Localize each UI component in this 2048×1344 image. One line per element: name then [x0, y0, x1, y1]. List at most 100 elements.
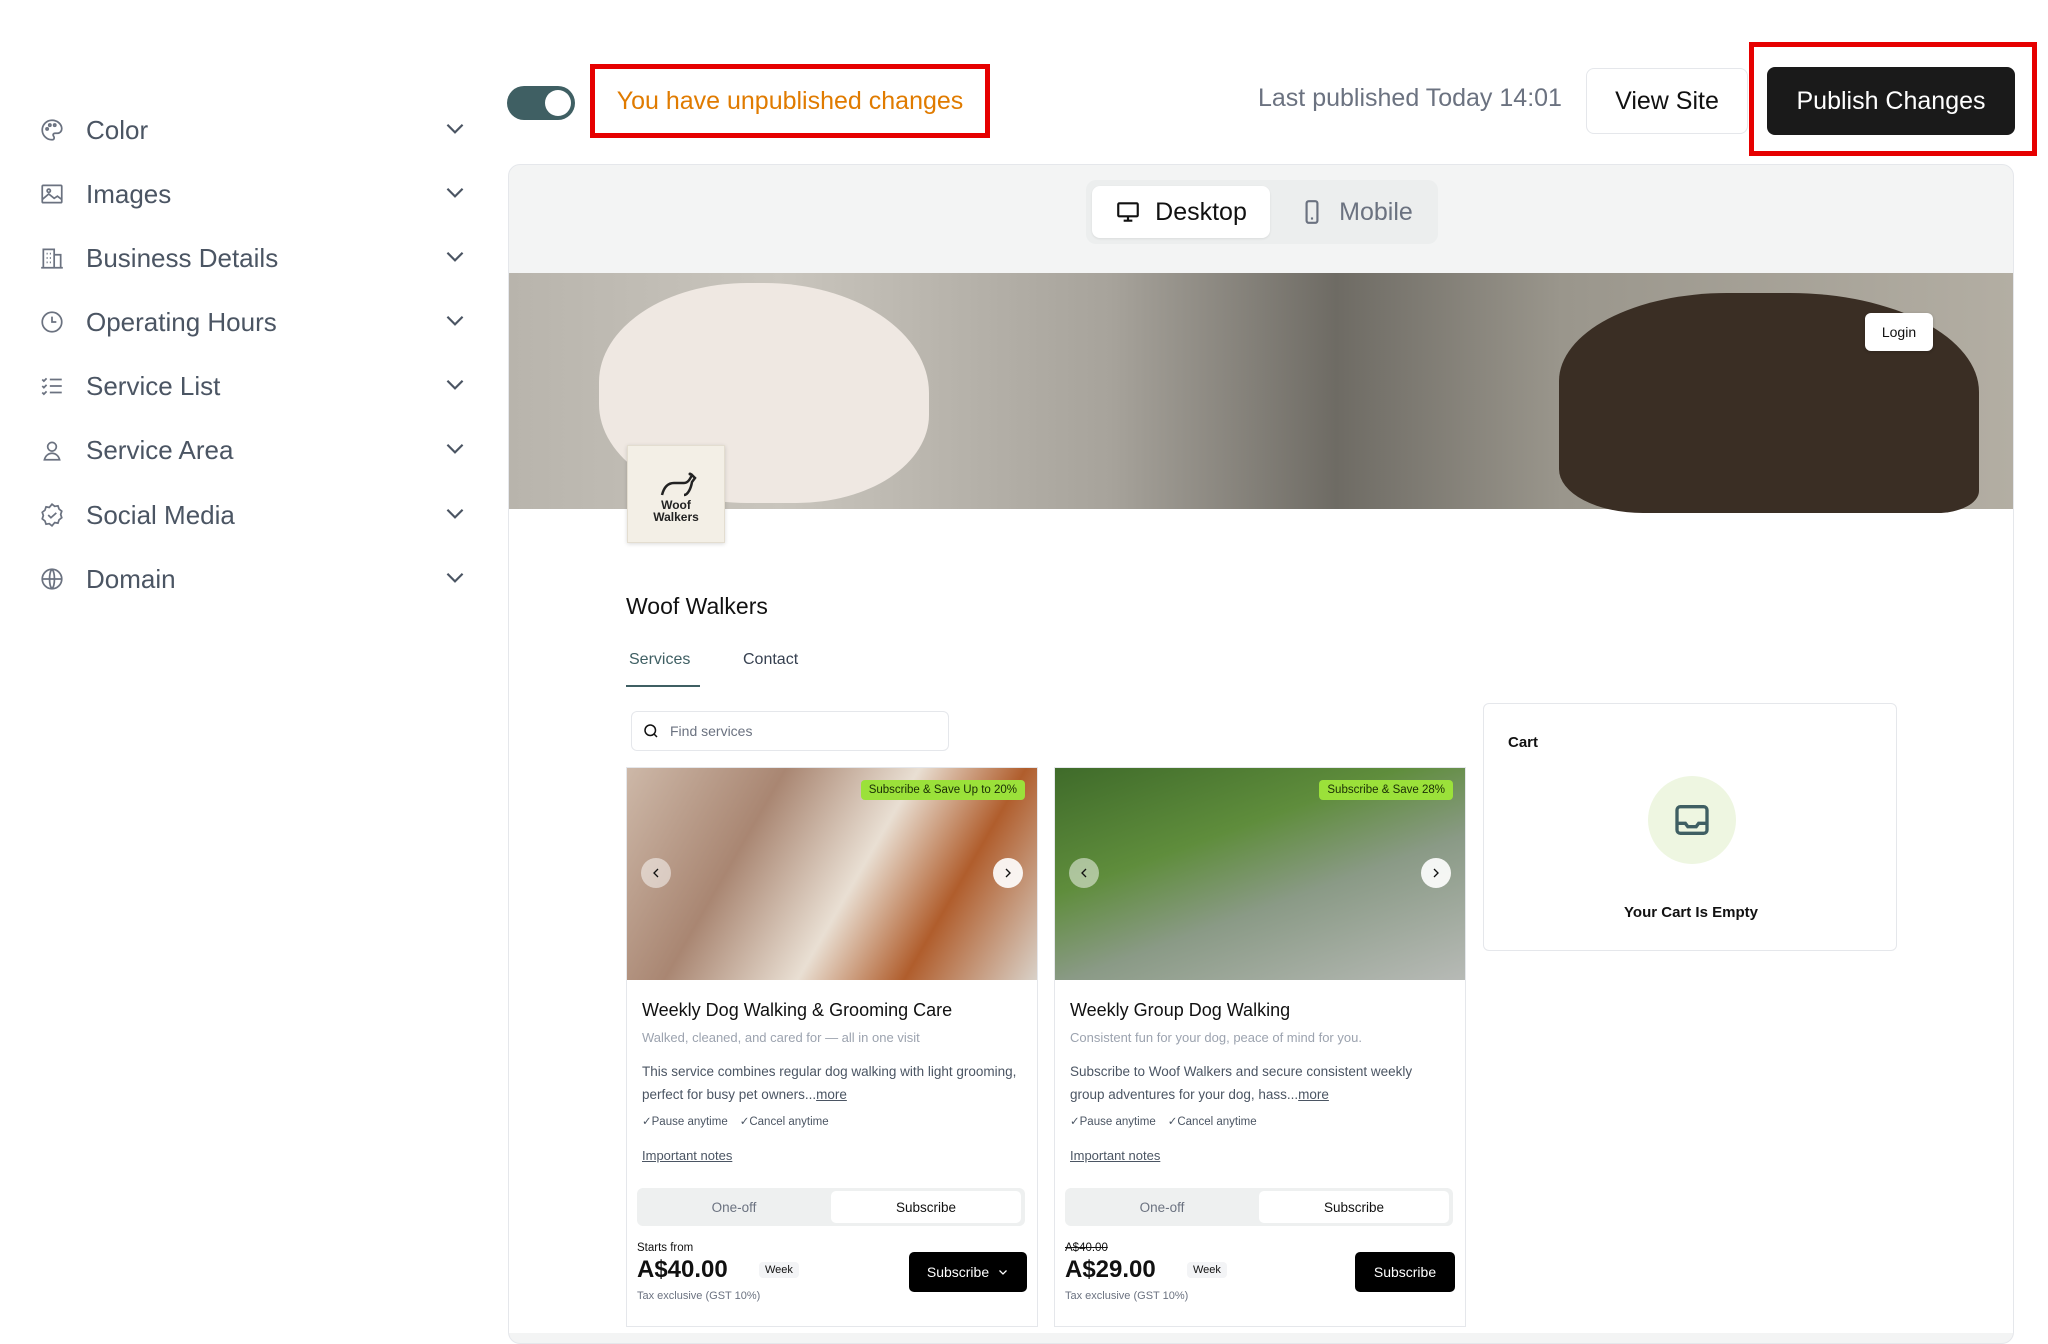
cart-title: Cart — [1508, 734, 1539, 751]
search-placeholder: Find services — [670, 723, 753, 739]
chevron-down-icon — [442, 500, 468, 531]
unpublished-changes-notice: You have unpublished changes — [590, 64, 990, 138]
subscribe-dropdown-button[interactable]: Subscribe — [909, 1252, 1027, 1292]
subscribe-button[interactable]: Subscribe — [1355, 1252, 1455, 1292]
more-link[interactable]: more — [816, 1087, 847, 1102]
business-name: Woof Walkers — [626, 593, 768, 619]
business-logo: Woof Walkers — [627, 445, 725, 543]
service-card[interactable]: Subscribe & Save Up to 20% Weekly Dog Wa… — [626, 767, 1038, 1327]
site-preview: Login Woof Walkers Woof Walkers Services… — [509, 273, 2013, 1333]
chevron-down-icon — [442, 115, 468, 146]
service-features: Pause anytime Cancel anytime — [1070, 1114, 1257, 1128]
sidebar-item-label: Service List — [86, 370, 221, 401]
badge-check-icon — [38, 501, 66, 529]
publish-changes-button[interactable]: Publish Changes — [1767, 67, 2015, 135]
login-button[interactable]: Login — [1865, 313, 1933, 351]
last-published-text: Last published Today 14:01 — [1258, 84, 1562, 112]
inbox-icon — [1648, 776, 1736, 864]
chevron-right-icon — [1433, 868, 1439, 878]
chevron-down-icon — [999, 1270, 1008, 1275]
tab-services[interactable]: Services — [629, 651, 690, 669]
sidebar-item-label: Color — [86, 114, 149, 145]
sidebar-item-service-area[interactable]: Service Area — [38, 420, 468, 480]
sidebar-item-label: Service Area — [86, 434, 234, 465]
image-icon — [38, 180, 66, 208]
mobile-label: Mobile — [1339, 197, 1413, 226]
sidebar-item-social-media[interactable]: Social Media — [38, 485, 468, 545]
mobile-view-button[interactable]: Mobile — [1286, 186, 1426, 238]
sidebar-item-color[interactable]: Color — [38, 100, 468, 160]
price-period: Week — [759, 1262, 799, 1278]
feature-pause: Pause anytime — [642, 1114, 728, 1128]
carousel-next-button[interactable] — [1421, 858, 1451, 888]
service-title: Weekly Group Dog Walking — [1070, 1000, 1291, 1020]
sidebar-item-domain[interactable]: Domain — [38, 549, 468, 609]
monitor-icon — [1117, 202, 1139, 222]
publish-preview-toggle[interactable] — [507, 86, 575, 120]
hero-banner-image: Login — [509, 273, 2013, 513]
carousel-prev-button[interactable] — [641, 858, 671, 888]
feature-cancel: Cancel anytime — [1168, 1114, 1256, 1128]
chevron-down-icon — [442, 307, 468, 338]
map-pin-icon — [38, 436, 66, 464]
search-input[interactable]: Find services — [631, 711, 949, 751]
sidebar-item-service-list[interactable]: Service List — [38, 356, 468, 416]
chevron-down-icon — [442, 435, 468, 466]
subscribe-option[interactable]: Subscribe — [1259, 1191, 1449, 1223]
globe-icon — [38, 565, 66, 593]
sidebar-item-images[interactable]: Images — [38, 164, 468, 224]
list-check-icon — [38, 372, 66, 400]
service-card[interactable]: Subscribe & Save 28% Weekly Group Dog Wa… — [1054, 767, 1466, 1327]
view-site-button[interactable]: View Site — [1586, 68, 1748, 134]
service-price: A$29.00 — [1065, 1256, 1156, 1283]
tax-note: Tax exclusive (GST 10%) — [637, 1290, 761, 1302]
feature-cancel: Cancel anytime — [740, 1114, 828, 1128]
tab-contact[interactable]: Contact — [743, 651, 798, 669]
tax-note: Tax exclusive (GST 10%) — [1065, 1290, 1189, 1302]
one-off-option[interactable]: One-off — [637, 1188, 831, 1226]
service-image: Subscribe & Save 28% — [1055, 768, 1465, 980]
dog-logo-icon — [660, 472, 697, 497]
desktop-label: Desktop — [1155, 197, 1247, 226]
original-price: A$40.00 — [1065, 1242, 1108, 1254]
sidebar-item-operating-hours[interactable]: Operating Hours — [38, 292, 468, 352]
one-off-option[interactable]: One-off — [1065, 1188, 1259, 1226]
service-subtitle: Walked, cleaned, and cared for — all in … — [642, 1030, 920, 1045]
subscribe-option[interactable]: Subscribe — [831, 1191, 1021, 1223]
sidebar-item-label: Domain — [86, 563, 176, 594]
smartphone-icon — [1305, 200, 1319, 224]
cart-panel: Cart Your Cart Is Empty — [1483, 703, 1897, 951]
purchase-type-toggle: One-off Subscribe — [1065, 1188, 1453, 1226]
sidebar-item-label: Images — [86, 178, 172, 209]
service-description: This service combines regular dog walkin… — [642, 1060, 1022, 1106]
search-icon — [644, 724, 658, 738]
chevron-left-icon — [1081, 868, 1087, 878]
important-notes-link[interactable]: Important notes — [642, 1148, 732, 1163]
promo-badge: Subscribe & Save 28% — [1319, 780, 1453, 800]
price-caption: Starts from — [637, 1242, 694, 1254]
service-title: Weekly Dog Walking & Grooming Care — [642, 1000, 953, 1020]
clock-icon — [38, 308, 66, 336]
chevron-down-icon — [442, 371, 468, 402]
sidebar-item-label: Social Media — [86, 499, 235, 530]
active-tab-indicator — [626, 685, 700, 687]
carousel-next-button[interactable] — [993, 858, 1023, 888]
sidebar-item-business-details[interactable]: Business Details — [38, 228, 468, 288]
subscribe-label: Subscribe — [926, 1264, 990, 1280]
sidebar-item-label: Business Details — [86, 242, 279, 273]
device-toggle: Desktop Mobile — [1086, 180, 1438, 244]
desktop-view-button[interactable]: Desktop — [1092, 186, 1270, 238]
toggle-knob — [545, 90, 571, 116]
service-price: A$40.00 — [637, 1256, 728, 1283]
building-icon — [38, 244, 66, 272]
carousel-prev-button[interactable] — [1069, 858, 1099, 888]
more-link[interactable]: more — [1298, 1087, 1329, 1102]
description-text: Subscribe to Woof Walkers and secure con… — [1070, 1064, 1413, 1102]
chevron-down-icon — [442, 243, 468, 274]
service-description: Subscribe to Woof Walkers and secure con… — [1070, 1060, 1450, 1106]
logo-text-line2: Walkers — [653, 510, 699, 524]
important-notes-link[interactable]: Important notes — [1070, 1148, 1160, 1163]
palette-icon — [38, 116, 66, 144]
chevron-right-icon — [1005, 868, 1011, 878]
purchase-type-toggle: One-off Subscribe — [637, 1188, 1025, 1226]
